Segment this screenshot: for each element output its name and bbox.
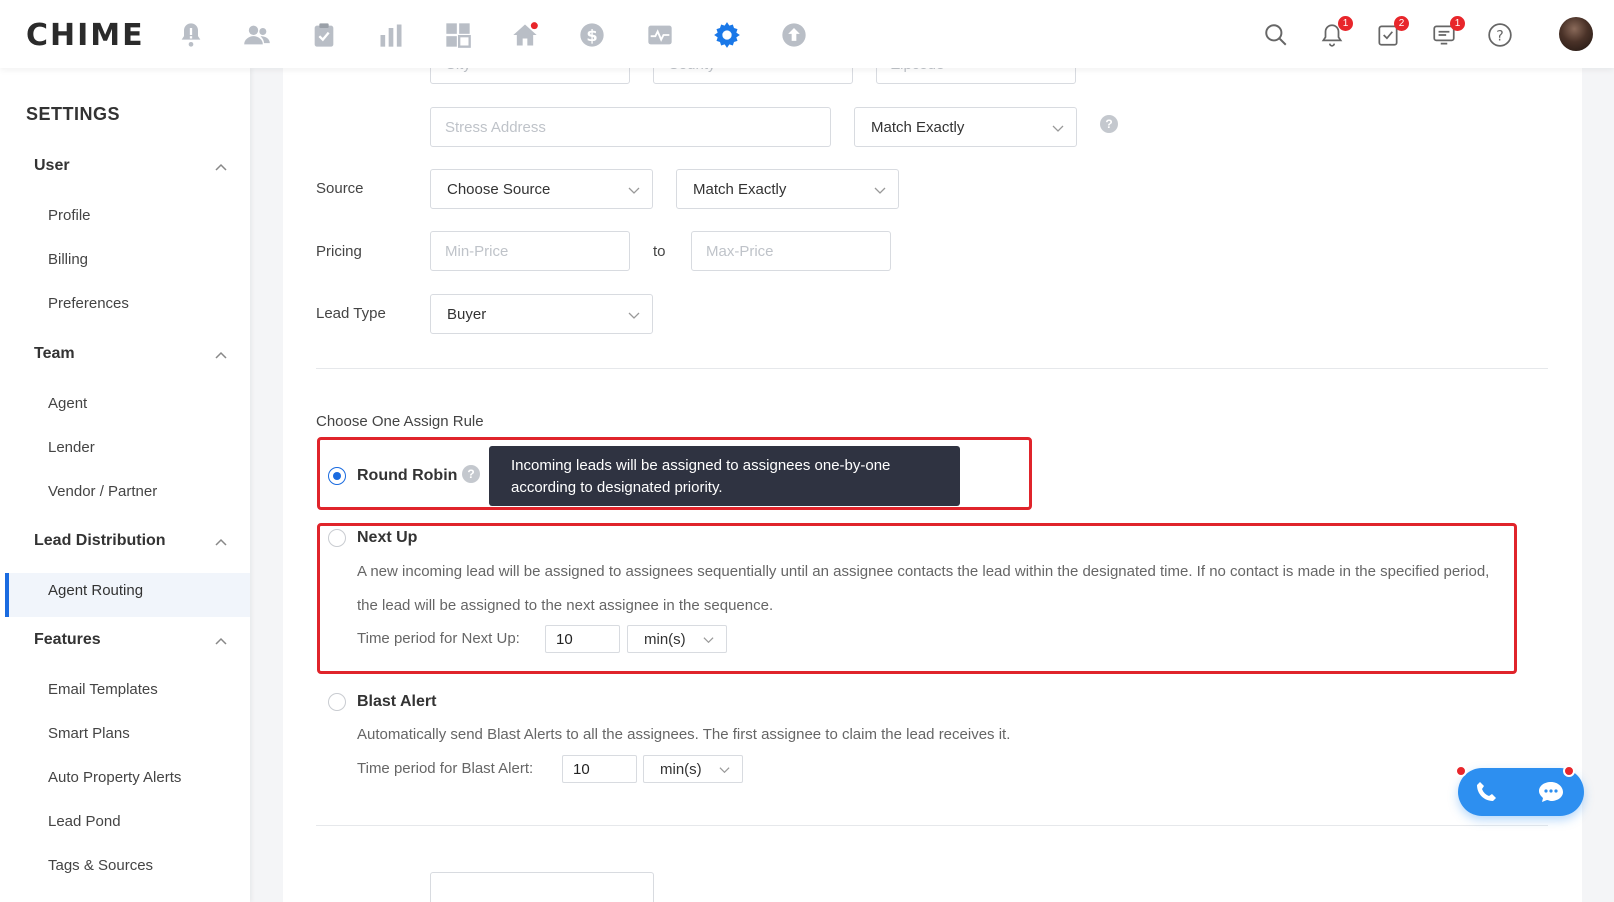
chat-icon[interactable] <box>1538 780 1564 804</box>
sidebar-item-lender[interactable]: Lender <box>48 439 95 456</box>
chevron-up-icon[interactable] <box>214 348 228 362</box>
chevron-down-icon <box>628 312 640 319</box>
sidebar-item-email-templates[interactable]: Email Templates <box>48 681 158 698</box>
chevron-down-icon <box>719 767 730 774</box>
section-divider <box>316 368 1548 369</box>
chevron-down-icon <box>703 637 714 644</box>
sidebar-section-user[interactable]: User <box>34 157 70 175</box>
activity-icon[interactable] <box>645 20 675 50</box>
messages-badge: 1 <box>1450 16 1465 31</box>
svg-text:?: ? <box>1496 28 1503 44</box>
round-robin-tooltip: Incoming leads will be assigned to assig… <box>489 446 960 506</box>
street-match-select[interactable]: Match Exactly <box>854 107 1077 147</box>
sidebar-section-team[interactable]: Team <box>34 345 75 363</box>
sidebar-section-features[interactable]: Features <box>34 631 101 649</box>
blast-alert-description: Automatically send Blast Alerts to all t… <box>357 726 1011 743</box>
lead-type-label: Lead Type <box>316 305 386 322</box>
user-avatar[interactable] <box>1559 17 1593 51</box>
phone-icon[interactable] <box>1474 780 1498 804</box>
tasks-icon[interactable]: 2 <box>1375 16 1409 48</box>
pricing-label: Pricing <box>316 243 362 260</box>
next-up-time-input[interactable]: 10 <box>545 625 620 653</box>
max-price-input[interactable]: Max-Price <box>691 231 891 271</box>
sidebar-title: SETTINGS <box>26 104 121 124</box>
next-up-description: A new incoming lead will be assigned to … <box>357 563 1490 614</box>
section-divider <box>316 825 1548 826</box>
round-robin-radio[interactable] <box>328 467 346 485</box>
messages-icon[interactable]: 1 <box>1431 16 1465 48</box>
cut-off-select[interactable] <box>430 872 654 902</box>
lead-type-value: Buyer <box>447 305 487 323</box>
chevron-up-icon[interactable] <box>214 535 228 549</box>
blast-alert-label[interactable]: Blast Alert <box>357 693 436 711</box>
blast-alert-time-label: Time period for Blast Alert: <box>357 760 534 777</box>
source-label: Source <box>316 180 364 197</box>
settings-gear-icon[interactable] <box>712 20 742 50</box>
chevron-up-icon[interactable] <box>214 160 228 174</box>
source-match-value: Match Exactly <box>693 180 787 198</box>
sidebar-item-preferences[interactable]: Preferences <box>48 295 129 312</box>
source-select[interactable]: Choose Source <box>430 169 653 209</box>
blast-alert-unit-value: min(s) <box>660 760 702 778</box>
settings-sidebar: SETTINGS User Profile Billing Preference… <box>0 68 250 902</box>
round-robin-help-icon[interactable]: ? <box>462 465 480 483</box>
street-match-value: Match Exactly <box>871 118 965 136</box>
assign-rule-title: Choose One Assign Rule <box>316 413 484 430</box>
blast-alert-time-input[interactable]: 10 <box>562 755 637 783</box>
next-up-unit-value: min(s) <box>644 630 686 648</box>
bell-alert-icon[interactable] <box>176 20 206 50</box>
sidebar-item-agent[interactable]: Agent <box>48 395 87 412</box>
sidebar-item-billing[interactable]: Billing <box>48 251 88 268</box>
next-up-radio[interactable] <box>328 529 346 547</box>
next-up-label[interactable]: Next Up <box>357 529 417 547</box>
chat-status-dot <box>1563 765 1575 777</box>
next-up-unit-select[interactable]: min(s) <box>627 625 727 653</box>
source-value: Choose Source <box>447 180 551 198</box>
lead-type-select[interactable]: Buyer <box>430 294 653 334</box>
next-up-time-label: Time period for Next Up: <box>357 630 520 647</box>
sidebar-item-auto-property-alerts[interactable]: Auto Property Alerts <box>48 769 181 786</box>
pricing-to-label: to <box>653 243 666 260</box>
sidebar-item-lead-pond[interactable]: Lead Pond <box>48 813 121 830</box>
blast-alert-unit-select[interactable]: min(s) <box>643 755 743 783</box>
help-icon[interactable]: ? <box>1487 22 1513 48</box>
notifications-badge: 1 <box>1338 16 1353 31</box>
street-address-input[interactable]: Stress Address <box>430 107 831 147</box>
search-icon[interactable] <box>1263 22 1289 48</box>
top-nav-bar: CHIME $ 1 2 1 ? <box>0 0 1614 68</box>
round-robin-label[interactable]: Round Robin <box>357 467 457 485</box>
bar-chart-icon[interactable] <box>376 20 406 50</box>
chevron-down-icon <box>1052 125 1064 132</box>
clipboard-check-icon[interactable] <box>309 20 339 50</box>
sidebar-item-profile[interactable]: Profile <box>48 207 91 224</box>
chevron-up-icon[interactable] <box>214 634 228 648</box>
chevron-down-icon <box>874 187 886 194</box>
svg-text:$: $ <box>586 26 597 45</box>
notifications-icon[interactable]: 1 <box>1319 16 1353 48</box>
upload-icon[interactable] <box>779 20 809 50</box>
blast-alert-radio[interactable] <box>328 693 346 711</box>
source-match-select[interactable]: Match Exactly <box>676 169 899 209</box>
chime-logo[interactable]: CHIME <box>26 18 145 53</box>
house-icon[interactable] <box>510 20 540 50</box>
people-icon[interactable] <box>242 20 272 50</box>
dollar-icon[interactable]: $ <box>577 20 607 50</box>
chevron-down-icon <box>628 187 640 194</box>
sidebar-item-tags-sources[interactable]: Tags & Sources <box>48 857 153 874</box>
phone-status-dot <box>1455 765 1467 777</box>
grid-icon[interactable] <box>443 20 473 50</box>
sidebar-item-vendor-partner[interactable]: Vendor / Partner <box>48 483 157 500</box>
tasks-badge: 2 <box>1394 16 1409 31</box>
min-price-input[interactable]: Min-Price <box>430 231 630 271</box>
sidebar-item-smart-plans[interactable]: Smart Plans <box>48 725 130 742</box>
sidebar-section-lead-distribution[interactable]: Lead Distribution <box>34 532 166 550</box>
sidebar-item-agent-routing[interactable]: Agent Routing <box>48 582 143 599</box>
help-icon[interactable]: ? <box>1100 115 1118 133</box>
